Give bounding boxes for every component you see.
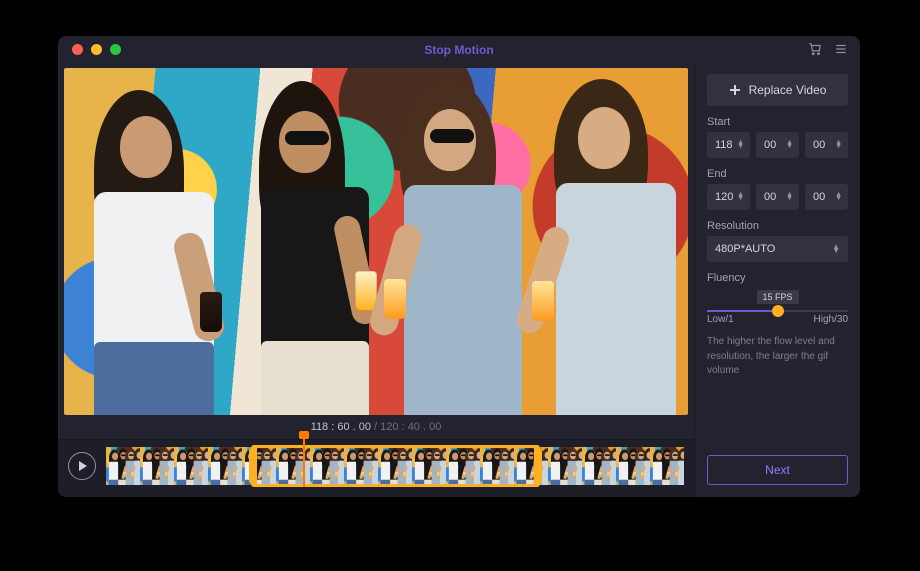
minimize-button[interactable]	[91, 44, 102, 55]
cart-icon[interactable]	[808, 42, 822, 61]
timeline-frame[interactable]	[106, 447, 140, 485]
timeline-frame[interactable]	[616, 447, 650, 485]
resolution-label: Resolution	[707, 220, 848, 232]
timeline-frame[interactable]	[208, 447, 242, 485]
timeline-frame[interactable]	[412, 447, 446, 485]
current-time: 118 : 60 . 00	[311, 421, 371, 433]
timeline-frame[interactable]	[276, 447, 310, 485]
timeline-frame[interactable]	[480, 447, 514, 485]
end-hours-stepper[interactable]: 120▲▼	[707, 184, 750, 210]
timeline-strip[interactable]	[106, 447, 684, 485]
end-minutes-stepper[interactable]: 00▲▼	[756, 184, 799, 210]
resolution-select[interactable]: 480P*AUTO ▲▼	[707, 236, 848, 262]
maximize-button[interactable]	[110, 44, 121, 55]
main-area: 118 : 60 . 00 / 120 : 40 . 00	[58, 64, 694, 497]
start-seconds-stepper[interactable]: 00▲▼	[805, 132, 848, 158]
timeline-frame[interactable]	[582, 447, 616, 485]
app-window: Stop Motion	[58, 36, 860, 497]
close-button[interactable]	[72, 44, 83, 55]
resolution-value: 480P*AUTO	[715, 243, 775, 255]
slider-thumb[interactable]	[772, 305, 784, 317]
end-seconds-stepper[interactable]: 00▲▼	[805, 184, 848, 210]
timeline-frame[interactable]	[650, 447, 684, 485]
total-duration: 120 : 40 . 00	[380, 421, 441, 433]
timeline-frame[interactable]	[310, 447, 344, 485]
titlebar: Stop Motion	[58, 36, 860, 64]
start-hours-stepper[interactable]: 118▲▼	[707, 132, 750, 158]
plus-icon	[729, 84, 741, 96]
timeline-frame[interactable]	[446, 447, 480, 485]
replace-video-button[interactable]: Replace Video	[707, 74, 848, 106]
app-title: Stop Motion	[58, 43, 860, 57]
end-label: End	[707, 168, 848, 180]
window-controls	[72, 44, 121, 55]
next-button[interactable]: Next	[707, 455, 848, 485]
timeline-frame[interactable]	[174, 447, 208, 485]
start-minutes-stepper[interactable]: 00▲▼	[756, 132, 799, 158]
playhead[interactable]	[303, 437, 305, 487]
play-button[interactable]	[68, 452, 96, 480]
timeline-frame[interactable]	[140, 447, 174, 485]
chevron-updown-icon: ▲▼	[832, 245, 840, 253]
time-display: 118 : 60 . 00 / 120 : 40 . 00	[58, 421, 694, 439]
fluency-slider[interactable]: 15 FPS	[707, 294, 848, 316]
fluency-label: Fluency	[707, 272, 848, 284]
video-preview[interactable]	[64, 68, 688, 415]
timeline-frame[interactable]	[514, 447, 548, 485]
timeline-frame[interactable]	[548, 447, 582, 485]
fps-badge: 15 FPS	[756, 290, 798, 304]
side-panel: Replace Video Start 118▲▼ 00▲▼ 00▲▼ End …	[694, 64, 860, 497]
start-label: Start	[707, 116, 848, 128]
timeline-row	[58, 439, 694, 497]
replace-video-label: Replace Video	[749, 83, 827, 97]
timeline-frame[interactable]	[378, 447, 412, 485]
timeline-frame[interactable]	[344, 447, 378, 485]
hint-text: The higher the flow level and resolution…	[707, 335, 848, 379]
hamburger-icon[interactable]	[834, 42, 848, 61]
timeline-frame[interactable]	[242, 447, 276, 485]
